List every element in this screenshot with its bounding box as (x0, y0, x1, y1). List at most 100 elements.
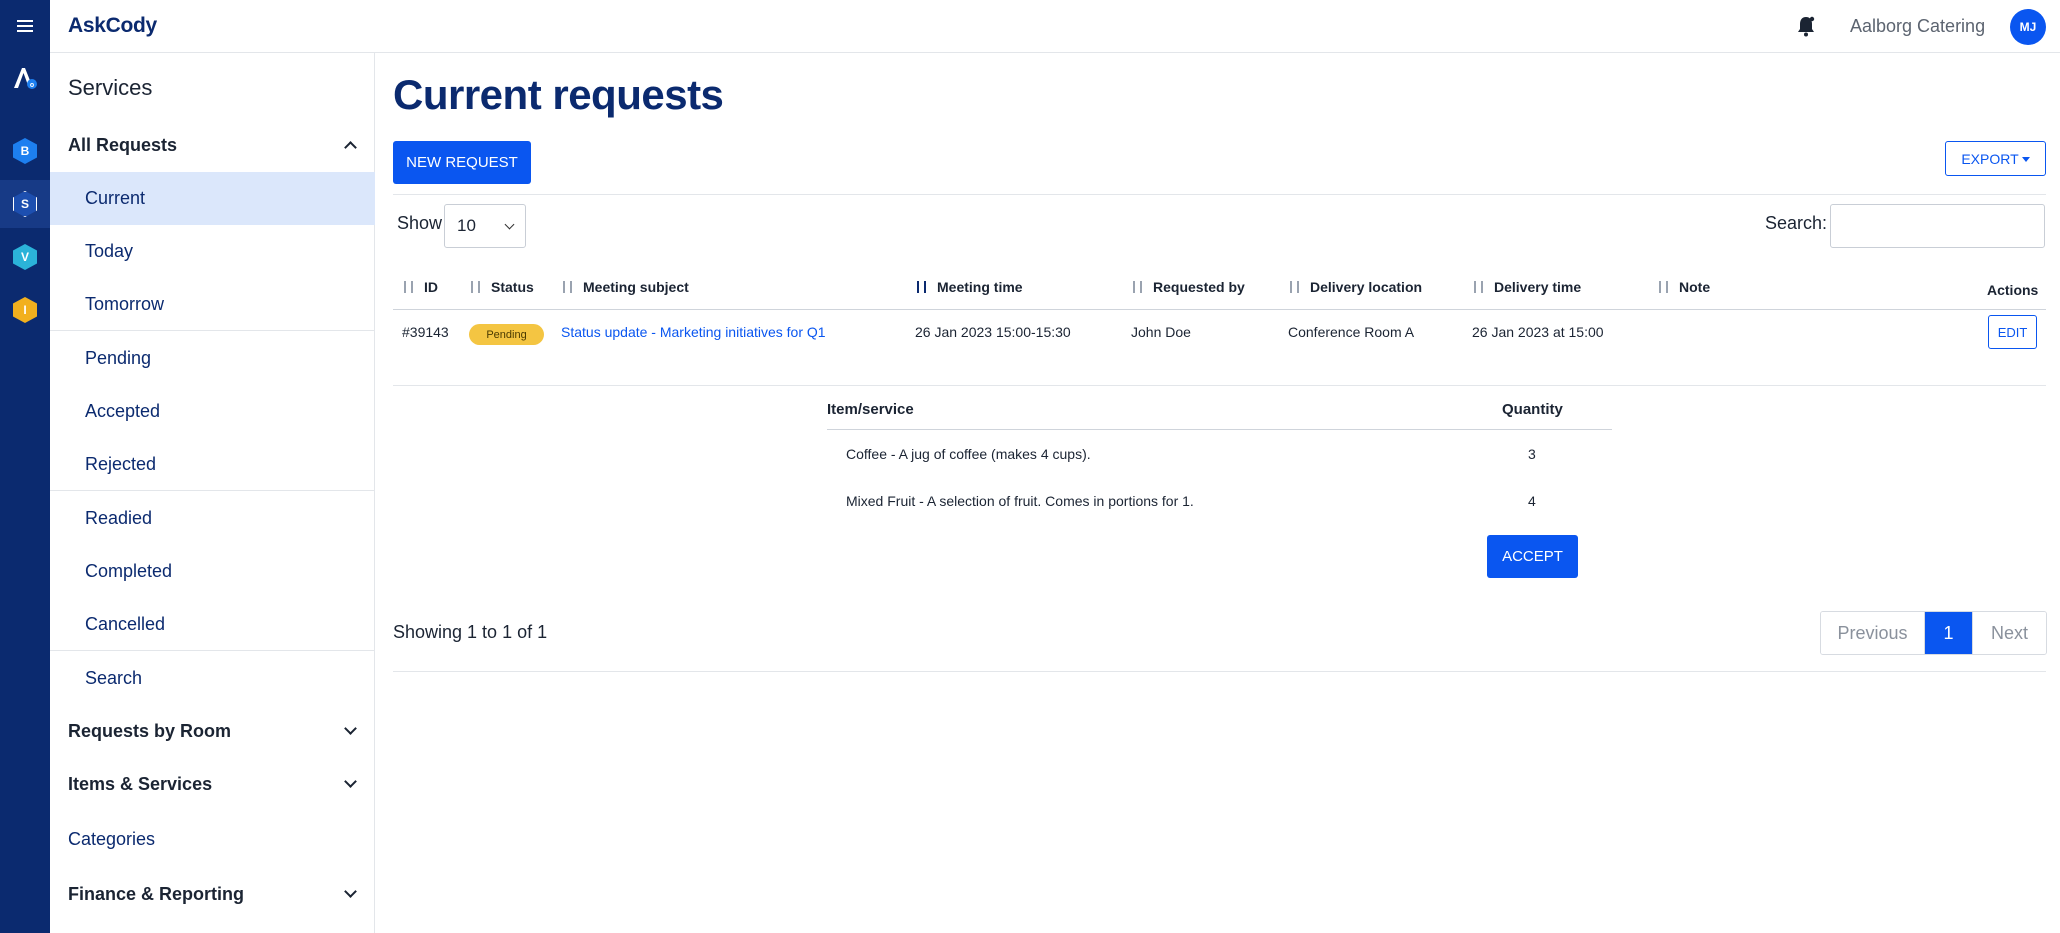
column-header-delivery-location[interactable]: Delivery location (1288, 279, 1422, 295)
app-rail: o B S V I (0, 0, 50, 933)
search-label: Search: (1765, 213, 1828, 233)
sidebar-group-items-services[interactable]: Items & Services (50, 758, 375, 811)
meeting-time: 26 Jan 2023 15:00-15:30 (915, 324, 1071, 340)
sidebar-item-cancelled[interactable]: Cancelled (50, 598, 375, 651)
sidebar-item-label: Pending (85, 348, 152, 368)
export-button[interactable]: EXPORT (1945, 141, 2046, 176)
sidebar-group-label: Categories (68, 829, 156, 849)
column-header-label: Meeting subject (583, 279, 689, 295)
sort-icon (1131, 279, 1145, 295)
user-avatar[interactable]: MJ (2010, 9, 2046, 45)
rail-insights-button[interactable]: I (0, 286, 50, 334)
visitors-hex-icon: V (13, 244, 37, 270)
previous-page-button[interactable]: Previous (1821, 612, 1925, 654)
sidebar-group-finance-reporting[interactable]: Finance & Reporting (50, 868, 375, 921)
rail-bookings-button[interactable]: B (0, 127, 50, 175)
sidebar-item-label: Cancelled (85, 614, 166, 634)
sidebar-item-pending[interactable]: Pending (50, 332, 375, 385)
sort-descending-icon (915, 279, 929, 295)
sort-icon (1657, 279, 1671, 295)
search-input[interactable] (1830, 204, 2045, 248)
sort-icon (1472, 279, 1486, 295)
page-size-value: 10 (457, 216, 476, 235)
sidebar-item-label: Rejected (85, 454, 157, 474)
chevron-down-icon (504, 219, 515, 230)
sidebar-item-readied[interactable]: Readied (50, 492, 375, 545)
bookings-hex-icon: B (13, 138, 37, 164)
sidebar-item-label: Readied (85, 508, 153, 528)
next-page-button[interactable]: Next (1972, 612, 2046, 654)
chevron-up-icon (344, 141, 357, 154)
item-name: Mixed Fruit - A selection of fruit. Come… (846, 493, 1194, 509)
top-bar: AskCody Aalborg Catering MJ (50, 0, 2060, 53)
column-header-meeting-time[interactable]: Meeting time (915, 279, 1023, 295)
column-header-meeting-subject[interactable]: Meeting subject (561, 279, 689, 295)
column-header-label: Delivery time (1494, 279, 1582, 295)
delivery-time: 26 Jan 2023 at 15:00 (1472, 324, 1604, 340)
sidebar-item-label: Current (85, 188, 146, 208)
insights-hex-icon: I (13, 297, 37, 323)
quantity-header: Quantity (1502, 401, 1563, 418)
page-1-button[interactable]: 1 (1925, 612, 1972, 654)
services-sidebar: Services All Requests Current Today Tomo… (50, 53, 375, 933)
sidebar-divider (50, 490, 375, 491)
sidebar-item-search[interactable]: Search (50, 652, 375, 705)
delivery-location: Conference Room A (1288, 324, 1415, 340)
column-header-label: Status (491, 279, 534, 295)
divider (393, 671, 2046, 672)
column-header-delivery-time[interactable]: Delivery time (1472, 279, 1581, 295)
rail-visitors-button[interactable]: V (0, 233, 50, 281)
showing-info: Showing 1 to 1 of 1 (393, 622, 548, 642)
sort-icon (561, 279, 575, 295)
chevron-down-icon (344, 775, 357, 788)
sidebar-item-label: Tomorrow (85, 294, 165, 314)
sidebar-item-completed[interactable]: Completed (50, 545, 375, 598)
chevron-down-icon (344, 722, 357, 735)
show-label: Show (397, 213, 443, 233)
notification-bell-icon[interactable] (1794, 14, 1818, 38)
column-header-label: Requested by (1153, 279, 1245, 295)
sidebar-group-label: Items & Services (68, 774, 213, 794)
edit-button[interactable]: EDIT (1988, 315, 2037, 349)
new-request-button[interactable]: NEW REQUEST (393, 141, 531, 184)
status-badge: Pending (469, 324, 544, 345)
item-quantity: 3 (1528, 446, 1536, 462)
organization-name[interactable]: Aalborg Catering (1850, 16, 1985, 37)
page-title: Current requests (393, 71, 724, 118)
sidebar-item-current[interactable]: Current (50, 172, 375, 225)
column-header-id[interactable]: ID (402, 279, 438, 295)
sidebar-item-today[interactable]: Today (50, 225, 375, 278)
sort-icon (469, 279, 483, 295)
column-header-label: Delivery location (1310, 279, 1423, 295)
rail-services-button[interactable]: S (0, 180, 50, 228)
accept-button[interactable]: ACCEPT (1487, 535, 1578, 578)
meeting-subject-link[interactable]: Status update - Marketing initiatives fo… (561, 324, 826, 340)
page-size-select[interactable]: 10 (444, 204, 526, 248)
menu-button[interactable] (0, 2, 50, 50)
askcody-home-button[interactable]: o (0, 54, 50, 102)
column-header-label: Note (1679, 279, 1711, 295)
sidebar-group-label: Requests by Room (68, 721, 232, 741)
sidebar-group-all-requests[interactable]: All Requests (50, 119, 375, 172)
askcody-logo-icon: o (14, 68, 37, 89)
column-header-requested-by[interactable]: Requested by (1131, 279, 1245, 295)
export-label: EXPORT (1961, 150, 2019, 167)
sidebar-item-categories[interactable]: Categories (50, 813, 375, 866)
sidebar-group-requests-by-room[interactable]: Requests by Room (50, 705, 375, 758)
column-header-label: ID (424, 279, 438, 295)
app-logo[interactable]: AskCody (68, 14, 157, 38)
sidebar-item-tomorrow[interactable]: Tomorrow (50, 278, 375, 331)
sidebar-item-rejected[interactable]: Rejected (50, 438, 375, 491)
item-table-divider (827, 429, 1612, 430)
svg-text:o: o (30, 82, 34, 89)
column-header-note[interactable]: Note (1657, 279, 1710, 295)
hamburger-icon (17, 17, 33, 35)
divider (393, 194, 2046, 195)
column-header-status[interactable]: Status (469, 279, 534, 295)
caret-down-icon (2021, 157, 2030, 163)
item-service-header: Item/service (827, 401, 914, 418)
chevron-down-icon (344, 885, 357, 898)
main-content: Current requests NEW REQUEST EXPORT Show… (375, 53, 2060, 933)
column-header-actions: Actions (1987, 282, 2039, 298)
sidebar-item-accepted[interactable]: Accepted (50, 385, 375, 438)
